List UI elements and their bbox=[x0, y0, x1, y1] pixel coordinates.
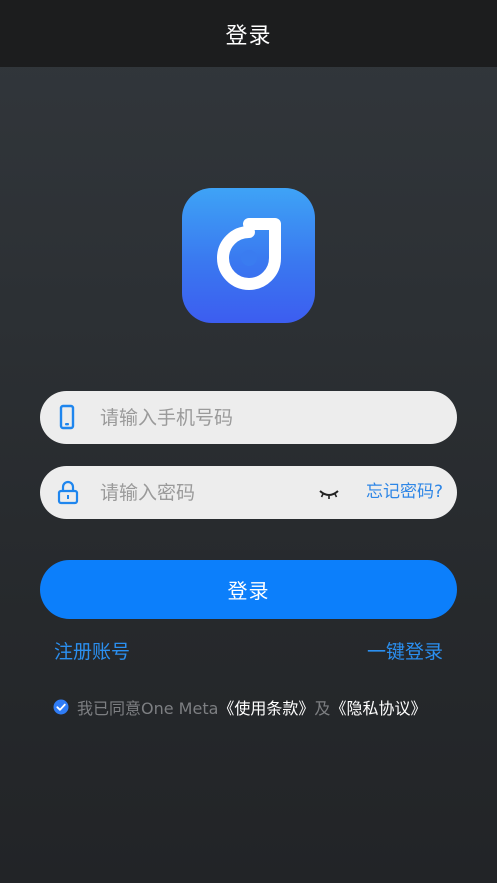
phone-icon bbox=[56, 404, 78, 431]
forgot-password-link[interactable]: 忘记密码? bbox=[366, 466, 443, 519]
agreement-prefix: 我已同意One Meta bbox=[77, 699, 219, 718]
password-field[interactable]: 忘记密码? bbox=[40, 466, 457, 519]
lock-icon bbox=[56, 479, 79, 506]
page-title: 登录 bbox=[225, 23, 272, 49]
phone-input[interactable] bbox=[100, 391, 340, 444]
register-link[interactable]: 注册账号 bbox=[54, 637, 130, 664]
agreement-row: 我已同意One Meta 《使用条款》 及 《隐私协议》 bbox=[53, 696, 426, 718]
agreement-and: 及 bbox=[314, 699, 331, 718]
app-logo-icon bbox=[182, 188, 315, 323]
eye-closed-icon[interactable] bbox=[318, 483, 340, 503]
checkbox-checked-icon[interactable] bbox=[53, 699, 69, 715]
login-screen: 登录 请输入手机号码 忘记密码? 登录 注册账号 一键登录 我已同意One Me… bbox=[0, 0, 497, 883]
logo-mark bbox=[216, 217, 281, 290]
nav-bar: 登录 bbox=[0, 0, 497, 67]
phone-field[interactable] bbox=[40, 391, 457, 444]
password-input[interactable] bbox=[100, 466, 300, 519]
privacy-link[interactable]: 《隐私协议》 bbox=[330, 695, 426, 719]
quick-login-link[interactable]: 一键登录 bbox=[367, 637, 443, 664]
login-button[interactable]: 登录 bbox=[40, 560, 457, 619]
terms-link[interactable]: 《使用条款》 bbox=[218, 695, 314, 719]
